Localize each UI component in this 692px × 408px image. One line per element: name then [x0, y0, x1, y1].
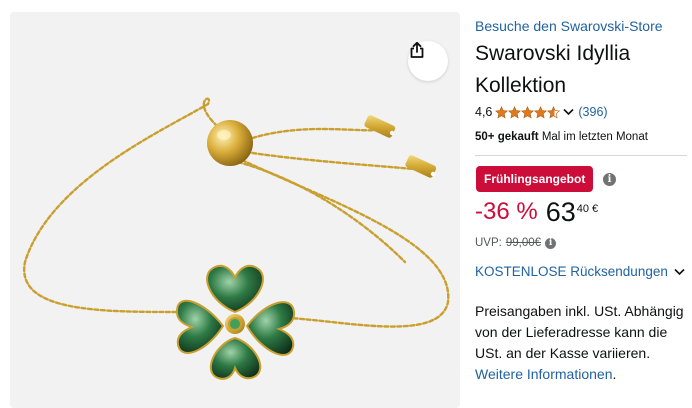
bought-count: 50+ gekauft: [475, 131, 539, 143]
tax-note: Preisangaben inkl. USt. Abhängig von der…: [475, 301, 687, 385]
product-image[interactable]: [10, 12, 460, 408]
deal-info-icon[interactable]: i: [603, 173, 616, 186]
discount-percent: -36 %: [475, 198, 538, 225]
review-count-link[interactable]: (396): [578, 105, 607, 119]
divider: [475, 155, 687, 156]
product-title: Swarovski Idyllia Kollektion: [475, 42, 631, 97]
free-returns-label: KOSTENLOSE Rücksendungen: [475, 264, 668, 279]
free-returns-link[interactable]: KOSTENLOSE Rücksendungen: [475, 264, 685, 279]
chevron-down-icon[interactable]: [563, 105, 574, 119]
uvp-label: UVP:: [475, 237, 502, 249]
uvp-value: 99,00€: [505, 237, 542, 249]
price-fraction: 40 €: [576, 203, 599, 215]
tax-note-tail: .: [612, 366, 617, 382]
tax-note-text: Preisangaben inkl. USt. Abhängig von der…: [475, 303, 684, 361]
rating-row: 4,6 (396): [475, 105, 608, 119]
list-price: UVP: 99,00€ i: [475, 237, 557, 249]
bought-text: Mal im letzten Monat: [541, 131, 648, 143]
more-info-link[interactable]: Weitere Informationen: [475, 366, 612, 382]
stars-icon: [495, 105, 561, 118]
uvp-info-icon[interactable]: i: [545, 237, 557, 249]
star-rating[interactable]: [495, 105, 561, 119]
bought-info: 50+ gekauft Mal im letzten Monat: [475, 131, 648, 143]
bracelet-image: [23, 97, 450, 380]
rating-value: 4,6: [475, 105, 493, 119]
price-row: -36 % 6340 €: [475, 197, 599, 229]
store-link[interactable]: Besuche den Swarovski-Store: [475, 18, 663, 34]
deal-badge: Frühlingsangebot: [476, 166, 594, 192]
chevron-down-icon: [674, 264, 685, 279]
price-whole: 63: [545, 197, 576, 227]
share-button[interactable]: [408, 41, 448, 81]
